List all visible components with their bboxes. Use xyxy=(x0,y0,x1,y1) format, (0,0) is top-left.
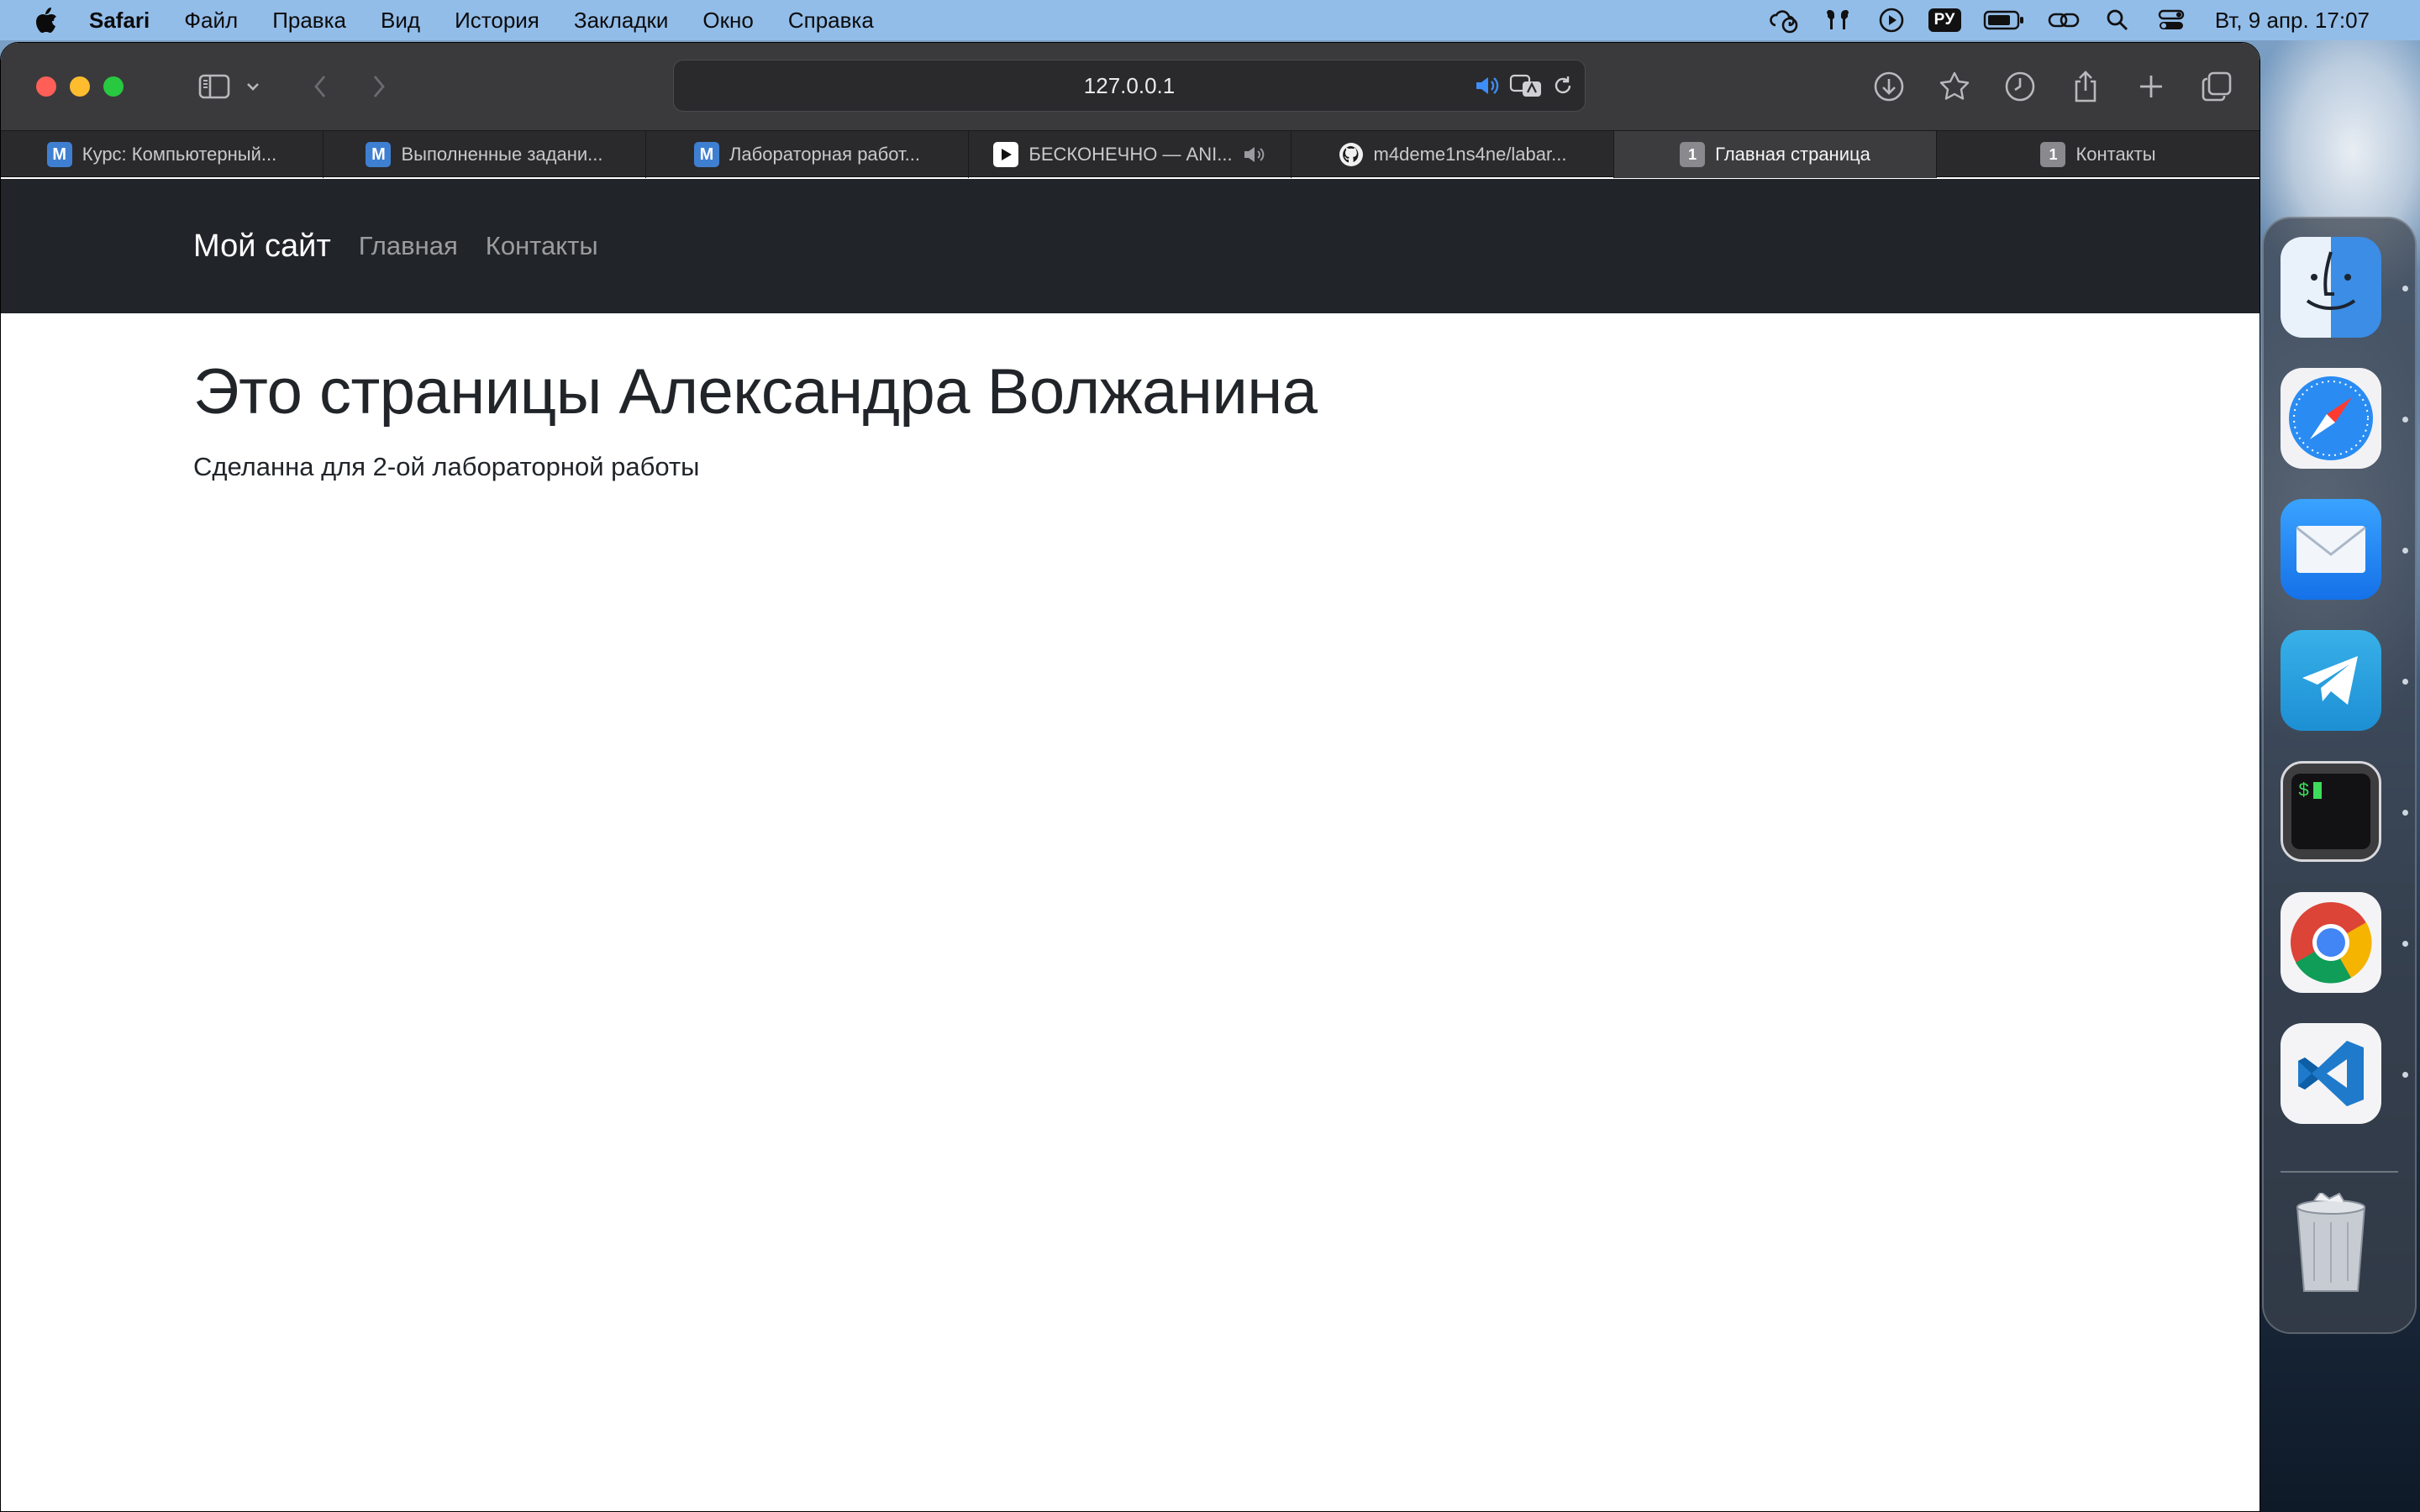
tab-label: Главная страница xyxy=(1715,144,1870,165)
tab-lab-work[interactable]: М Лабораторная работ... xyxy=(646,131,969,178)
tab-label: Курс: Компьютерный... xyxy=(82,144,277,165)
history-clock-icon[interactable] xyxy=(2001,67,2039,106)
tab-music[interactable]: БЕСКОНЕЧНО — ANI... xyxy=(969,131,1292,178)
running-indicator xyxy=(2402,286,2408,291)
menu-file[interactable]: Файл xyxy=(184,8,238,34)
menu-bar: Safari Файл Правка Вид История Закладки … xyxy=(0,0,2420,40)
tab-label: Лабораторная работ... xyxy=(729,144,920,165)
menu-bar-status-area: РУ Вт, 9 апр. 17:07 xyxy=(1747,0,2420,40)
running-indicator xyxy=(2402,1072,2408,1078)
number-favicon-icon: 1 xyxy=(1680,142,1706,167)
new-tab-plus-icon[interactable] xyxy=(2132,67,2170,106)
nav-link-home[interactable]: Главная xyxy=(359,231,458,261)
menu-edit[interactable]: Правка xyxy=(272,8,346,34)
tab-label: Контакты xyxy=(2075,144,2156,165)
trash-icon[interactable] xyxy=(2281,1193,2381,1294)
cloud-sync-icon[interactable] xyxy=(1767,3,1801,37)
downloads-icon[interactable] xyxy=(1870,67,1908,106)
site-navbar: Мой сайт Главная Контакты xyxy=(1,179,2260,313)
menu-help[interactable]: Справка xyxy=(788,8,874,34)
tab-label: m4deme1ns4ne/labar... xyxy=(1373,144,1567,165)
speaker-icon[interactable] xyxy=(1474,74,1501,97)
toolbar-right-buttons xyxy=(1843,43,2236,130)
share-icon[interactable] xyxy=(2066,67,2105,106)
tab-label: БЕСКОНЕЧНО — ANI... xyxy=(1028,144,1233,165)
page-content: Это страницы Александра Волжанина Сделан… xyxy=(193,355,2126,482)
address-bar[interactable]: 127.0.0.1 xyxy=(673,60,1586,112)
input-source-badge[interactable]: РУ xyxy=(1928,8,1961,32)
menu-history[interactable]: История xyxy=(455,8,539,34)
chrome-icon[interactable] xyxy=(2281,892,2381,993)
airpods-icon[interactable] xyxy=(1821,3,1854,37)
address-bar-icons xyxy=(1465,60,1575,111)
tab-overview-icon[interactable] xyxy=(2197,67,2236,106)
window-controls xyxy=(36,76,137,97)
safari-window: 127.0.0.1 М Курс: Компьютерный... М Выпо… xyxy=(0,42,2260,1512)
battery-icon[interactable] xyxy=(1981,3,2027,37)
tab-github[interactable]: m4deme1ns4ne/labar... xyxy=(1292,131,1614,178)
finder-icon[interactable] xyxy=(2281,237,2381,338)
vscode-icon[interactable] xyxy=(2281,1023,2381,1124)
running-indicator xyxy=(2402,548,2408,554)
apple-menu-icon[interactable] xyxy=(32,6,60,34)
github-icon xyxy=(1339,142,1364,167)
minimize-window-button[interactable] xyxy=(70,76,90,97)
dock-separator xyxy=(2281,1171,2398,1173)
spotlight-search-icon[interactable] xyxy=(2101,3,2134,37)
page-subtitle: Сделанна для 2-ой лабораторной работы xyxy=(193,452,700,481)
tab-course[interactable]: М Курс: Компьютерный... xyxy=(1,131,324,178)
menu-app-name[interactable]: Safari xyxy=(89,8,150,34)
moodle-favicon-icon: М xyxy=(693,142,719,167)
tab-contacts[interactable]: 1 Контакты xyxy=(1937,131,2260,178)
svg-text:$: $ xyxy=(2298,780,2309,801)
tab-audio-icon[interactable] xyxy=(1243,144,1266,165)
menu-window[interactable]: Окно xyxy=(702,8,753,34)
play-icon xyxy=(993,142,1019,167)
browser-toolbar: 127.0.0.1 xyxy=(1,43,2260,130)
back-arrow-icon[interactable] xyxy=(305,70,335,103)
bookmark-star-icon[interactable] xyxy=(1935,67,1974,106)
screen-mirroring-icon[interactable] xyxy=(2047,3,2081,37)
running-indicator xyxy=(2402,941,2408,947)
tab-completed-tasks[interactable]: М Выполненные задани... xyxy=(324,131,646,178)
zoom-window-button[interactable] xyxy=(103,76,124,97)
site-brand-link[interactable]: Мой сайт xyxy=(193,228,331,265)
control-center-icon[interactable] xyxy=(2154,3,2188,37)
running-indicator xyxy=(2402,810,2408,816)
chevron-down-icon[interactable] xyxy=(243,70,263,103)
telegram-icon[interactable] xyxy=(2281,630,2381,731)
tab-bar: М Курс: Компьютерный... М Выполненные за… xyxy=(1,130,2260,178)
page-title: Это страницы Александра Волжанина xyxy=(193,356,1318,428)
safari-icon[interactable] xyxy=(2281,368,2381,469)
close-window-button[interactable] xyxy=(36,76,56,97)
terminal-icon[interactable]: $ xyxy=(2281,761,2381,862)
mail-icon[interactable] xyxy=(2281,499,2381,600)
menu-view[interactable]: Вид xyxy=(381,8,420,34)
address-bar-url[interactable]: 127.0.0.1 xyxy=(1084,73,1175,99)
tab-home-page[interactable]: 1 Главная страница xyxy=(1614,131,1937,178)
running-indicator xyxy=(2402,417,2408,423)
now-playing-icon[interactable] xyxy=(1875,3,1908,37)
running-indicator xyxy=(2402,679,2408,685)
tab-label: Выполненные задани... xyxy=(401,144,603,165)
moodle-favicon-icon: М xyxy=(46,142,72,167)
sidebar-toggle-icon[interactable] xyxy=(197,70,231,103)
moodle-favicon-icon: М xyxy=(366,142,392,167)
menu-bookmarks[interactable]: Закладки xyxy=(574,8,669,34)
reload-icon[interactable] xyxy=(1551,74,1575,97)
nav-link-contacts[interactable]: Контакты xyxy=(486,231,598,261)
dock: $ xyxy=(2262,217,2417,1334)
number-favicon-icon: 1 xyxy=(2040,142,2066,167)
menu-bar-clock[interactable]: Вт, 9 апр. 17:07 xyxy=(2215,8,2370,34)
translate-icon[interactable] xyxy=(1509,73,1543,98)
forward-arrow-icon[interactable] xyxy=(364,70,394,103)
